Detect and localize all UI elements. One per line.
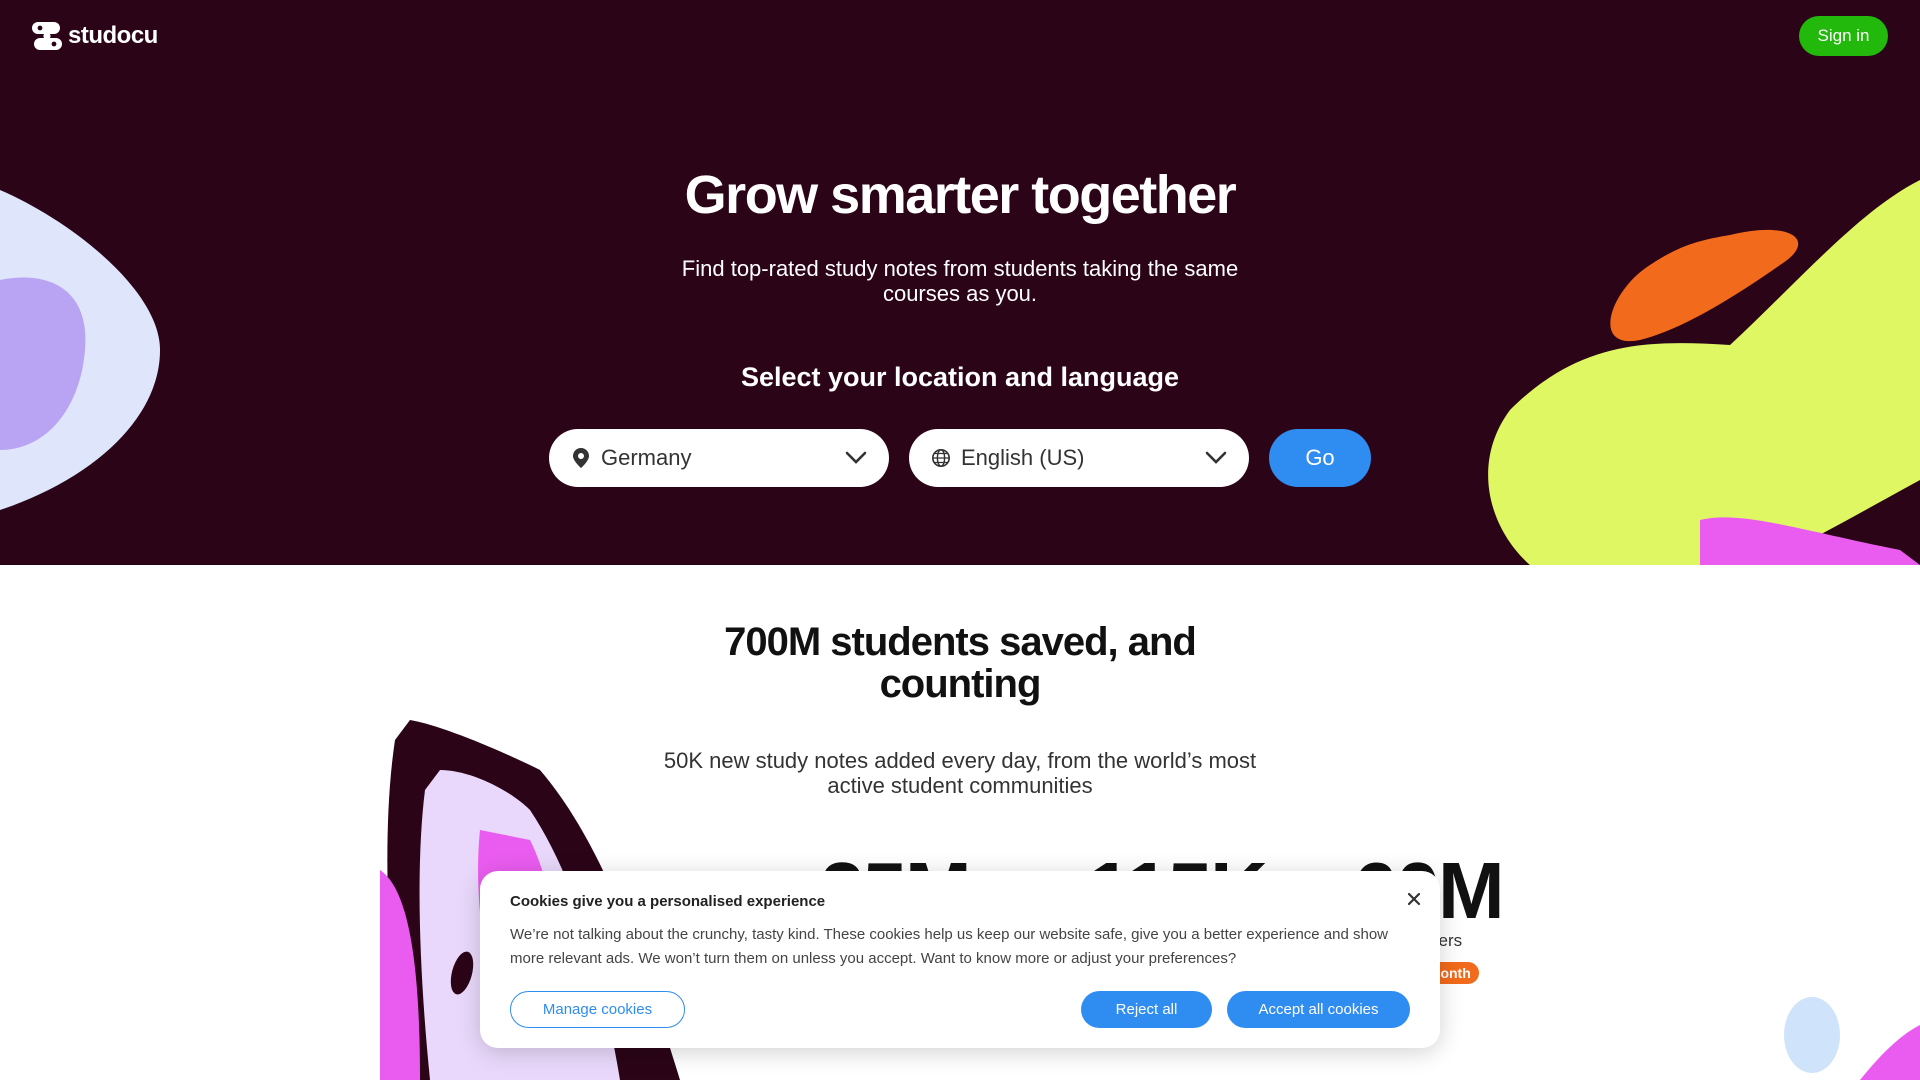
bottom-right-decor bbox=[1784, 997, 1920, 1080]
sign-in-button[interactable]: Sign in bbox=[1799, 16, 1888, 56]
chevron-down-icon bbox=[845, 451, 867, 464]
go-button[interactable]: Go bbox=[1269, 429, 1371, 487]
language-select[interactable]: English (US) bbox=[909, 429, 1249, 487]
studocu-logo-icon bbox=[32, 22, 62, 50]
hero-subtitle: Find top-rated study notes from students… bbox=[681, 256, 1239, 306]
select-heading: Select your location and language bbox=[740, 362, 1180, 392]
globe-icon bbox=[931, 447, 951, 469]
location-pin-icon bbox=[571, 447, 591, 469]
accept-all-cookies-button[interactable]: Accept all cookies bbox=[1227, 991, 1410, 1028]
hero-section: studocu Sign in Grow smarter together Fi… bbox=[0, 0, 1920, 565]
stats-subtitle: 50K new study notes added every day, fro… bbox=[663, 748, 1257, 798]
location-value: Germany bbox=[601, 445, 692, 470]
hero-title: Grow smarter together bbox=[684, 165, 1237, 225]
cookie-banner: Cookies give you a personalised experien… bbox=[480, 871, 1440, 1048]
language-value: English (US) bbox=[961, 445, 1085, 470]
cookie-title: Cookies give you a personalised experien… bbox=[510, 893, 826, 910]
manage-cookies-button[interactable]: Manage cookies bbox=[510, 991, 685, 1028]
location-select[interactable]: Germany bbox=[549, 429, 889, 487]
reject-all-button[interactable]: Reject all bbox=[1081, 991, 1212, 1028]
chevron-down-icon bbox=[1205, 451, 1227, 464]
stats-title: 700M students saved, and counting bbox=[724, 620, 1197, 706]
studocu-logo[interactable]: studocu bbox=[32, 20, 158, 52]
logo-text: studocu bbox=[68, 22, 158, 49]
close-icon[interactable] bbox=[1400, 885, 1428, 913]
left-decor-blob bbox=[0, 190, 160, 510]
cookie-text: We’re not talking about the crunchy, tas… bbox=[510, 926, 1389, 967]
